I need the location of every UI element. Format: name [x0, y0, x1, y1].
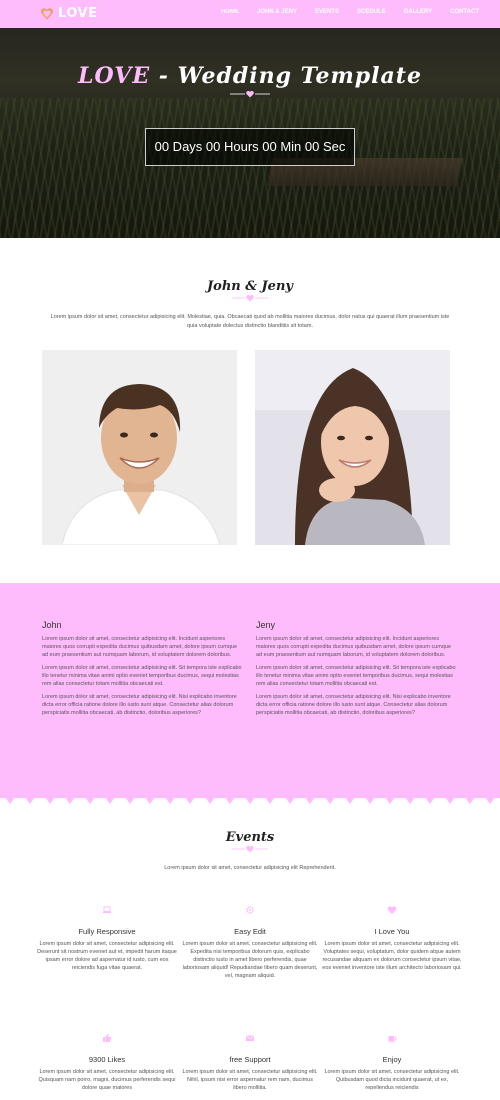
- couple-section-title: John & Jeny: [207, 279, 293, 294]
- john-bio-paragraph: Lorem ipsum dolor sit amet, consectetur …: [42, 694, 237, 716]
- feature-likes: 9300 Likes Lorem ipsum dolor sit amet, c…: [37, 1033, 177, 1092]
- john-photo: [42, 350, 237, 545]
- heart-logo-icon: [40, 7, 54, 20]
- events-intro-text: Lorem ipsum dolor sit amet, consectetur …: [164, 865, 336, 871]
- feature-enjoy: Enjoy Lorem ipsum dolor sit amet, consec…: [322, 1033, 462, 1092]
- feature-i-love-you: I Love You Lorem ipsum dolor sit amet, c…: [322, 905, 462, 972]
- feature-title: Easy Edit: [234, 927, 266, 936]
- couple-intro-text: Lorem ipsum dolor sit amet, consectetur …: [50, 314, 450, 329]
- hero-title-love: LOVE: [78, 63, 151, 89]
- jeny-bio-title: Jeny: [256, 620, 276, 630]
- feature-fully-responsive: Fully Responsive Lorem ipsum dolor sit a…: [37, 905, 177, 972]
- john-bio: John Lorem ipsum dolor sit amet, consect…: [42, 620, 242, 722]
- john-portrait-image: [42, 350, 237, 545]
- nav-home[interactable]: HOME: [212, 9, 248, 15]
- feature-text: Lorem ipsum dolor sit amet, consectetur …: [182, 941, 318, 979]
- feature-title: 9300 Likes: [88, 1055, 126, 1064]
- coffee-icon: [388, 1036, 397, 1043]
- envelope-icon: [245, 1035, 255, 1041]
- nav-schedule[interactable]: SCEDULE: [348, 9, 395, 15]
- john-bio-paragraph: Lorem ipsum dolor sit amet, consectetur …: [42, 636, 238, 658]
- gear-icon: [246, 906, 254, 914]
- hero-banner: LOVE - Wedding Template 00 Days 00 Hours…: [0, 28, 500, 238]
- jeny-bio-paragraph: Lorem ipsum dolor sit amet, consectetur …: [256, 694, 451, 716]
- thumbs-up-icon: [103, 1034, 111, 1042]
- feature-text: Lorem ipsum dolor sit amet, consectetur …: [324, 1069, 460, 1091]
- john-bio-title: John: [42, 620, 62, 630]
- feature-title: Enjoy: [382, 1055, 402, 1064]
- heart-divider-icon: [232, 294, 268, 302]
- heart-icon: [387, 906, 397, 914]
- logo-text: LOVE: [58, 6, 98, 21]
- feature-text: Lorem ipsum dolor sit amet, consectetur …: [37, 941, 177, 971]
- john-bio-paragraph: Lorem ipsum dolor sit amet, consectetur …: [42, 665, 242, 687]
- countdown-timer: 00 Days 00 Hours 00 Min 00 Sec: [145, 128, 355, 166]
- jeny-bio-paragraph: Lorem ipsum dolor sit amet, consectetur …: [256, 665, 456, 687]
- nav-gallery[interactable]: GALLERY: [395, 9, 441, 15]
- logo[interactable]: LOVE: [40, 6, 97, 21]
- nav-menu: HOME JOHN & JENY EVENTS SCEDULE GALLERY …: [212, 9, 488, 15]
- hero-title: LOVE - Wedding Template: [0, 63, 500, 89]
- jeny-photo: [255, 350, 450, 545]
- jeny-bio: Jeny Lorem ipsum dolor sit amet, consect…: [256, 620, 456, 722]
- nav-john-jeny[interactable]: JOHN & JENY: [248, 9, 306, 15]
- feature-text: Lorem ipsum dolor sit amet, consectetur …: [322, 941, 462, 971]
- feature-title: I Love You: [374, 927, 410, 936]
- events-section-title: Events: [225, 830, 275, 845]
- feature-title: free Support: [229, 1055, 271, 1064]
- jeny-portrait-image: [255, 350, 450, 545]
- laptop-icon: [103, 906, 111, 913]
- heart-divider-icon: [232, 845, 268, 853]
- zigzag-divider: [0, 790, 500, 804]
- jeny-bio-paragraph: Lorem ipsum dolor sit amet, consectetur …: [256, 636, 452, 658]
- feature-text: Lorem ipsum dolor sit amet, consectetur …: [182, 1069, 318, 1091]
- nav-contact[interactable]: CONTACT: [441, 9, 488, 15]
- feature-easy-edit: Easy Edit Lorem ipsum dolor sit amet, co…: [180, 905, 320, 980]
- top-navbar: LOVE HOME JOHN & JENY EVENTS SCEDULE GAL…: [0, 0, 500, 28]
- feature-text: Lorem ipsum dolor sit amet, consectetur …: [38, 1069, 176, 1091]
- hero-title-rest: - Wedding Template: [150, 63, 422, 89]
- feature-title: Fully Responsive: [78, 927, 136, 936]
- feature-free-support: free Support Lorem ipsum dolor sit amet,…: [180, 1033, 320, 1092]
- heart-divider-icon: [230, 90, 270, 98]
- nav-events[interactable]: EVENTS: [306, 9, 348, 15]
